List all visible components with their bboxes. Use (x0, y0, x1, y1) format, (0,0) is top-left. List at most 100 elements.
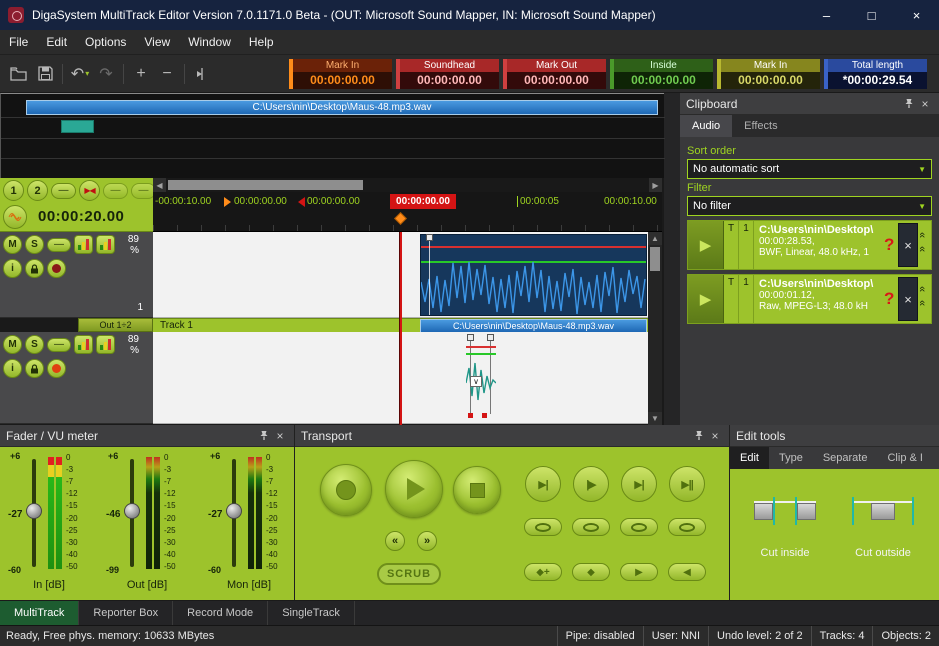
audio-region[interactable] (420, 234, 647, 316)
locator-2-button[interactable]: 2 (27, 180, 48, 201)
record-button[interactable] (320, 464, 372, 516)
move-up-handle[interactable]: « « (918, 221, 931, 269)
shuttle-forward-button[interactable]: » (417, 531, 437, 551)
add-marker-button[interactable]: ◆+ (524, 563, 562, 581)
overview-file-bar[interactable]: C:\Users\nin\Desktop\Maus-48.mp3.wav (26, 100, 658, 115)
fade-marker-line[interactable] (429, 235, 430, 315)
meter-button[interactable] (74, 335, 93, 354)
scroll-right-icon[interactable]: ▶ (649, 178, 662, 192)
scrub-button[interactable]: SCRUB (377, 563, 441, 585)
edit-point-marker[interactable] (482, 413, 487, 418)
loop-button[interactable] (620, 518, 658, 536)
menu-file[interactable]: File (0, 30, 37, 55)
fader-slider[interactable] (32, 459, 36, 567)
cut-inside-button[interactable]: Cut inside (742, 495, 828, 559)
scrollbar-thumb[interactable] (650, 247, 660, 271)
mark-in-marker-icon[interactable] (224, 197, 231, 207)
object-handle[interactable] (467, 334, 474, 341)
close-icon[interactable]: × (917, 97, 933, 111)
playhead-line[interactable] (399, 232, 402, 425)
horizontal-scrollbar[interactable]: ◀ ▶ (153, 178, 662, 192)
tab-record-mode[interactable]: Record Mode (173, 601, 268, 625)
fader-knob[interactable] (124, 503, 140, 519)
scrub-wave-button[interactable] (3, 205, 27, 229)
minimize-button[interactable]: – (804, 0, 849, 30)
loop-button[interactable] (668, 518, 706, 536)
clipboard-item[interactable]: ▶ T 1 C:\Users\nin\Desktop\ 00:00:28.53,… (687, 220, 932, 270)
menu-window[interactable]: Window (179, 30, 240, 55)
cut-outside-button[interactable]: Cut outside (840, 495, 926, 559)
tab-reporter-box[interactable]: Reporter Box (79, 601, 173, 625)
solo-button[interactable]: S (25, 335, 44, 354)
object-envelope-line[interactable] (466, 353, 496, 355)
timeline-ruler[interactable]: -00:00:10.00 00:00:00.00 00:00:00.00 00:… (153, 192, 662, 232)
play-over-mark-button[interactable]: ▶| (621, 466, 657, 502)
play-button[interactable] (385, 460, 443, 518)
mark-out-marker-icon[interactable] (298, 197, 305, 207)
stop-button[interactable] (453, 466, 501, 514)
locator-extra-button[interactable]: — (103, 183, 128, 199)
vertical-scrollbar[interactable]: ▲ ▼ (648, 232, 662, 425)
tab-separate[interactable]: Separate (813, 447, 878, 469)
zoom-out-button[interactable]: − (154, 61, 180, 87)
scroll-down-icon[interactable]: ▼ (648, 412, 662, 425)
scrollbar-track[interactable] (166, 178, 649, 192)
prev-marker-button[interactable]: ◀ (668, 563, 706, 581)
tab-type[interactable]: Type (769, 447, 813, 469)
open-folder-icon[interactable] (6, 61, 32, 87)
maximize-button[interactable]: □ (849, 0, 894, 30)
pin-icon[interactable] (256, 430, 272, 441)
loop-button[interactable] (572, 518, 610, 536)
lock-button[interactable] (25, 359, 44, 378)
record-arm-button[interactable] (47, 259, 66, 278)
goto-marks-button[interactable]: ▶◀ (79, 180, 100, 201)
marker-button[interactable]: ◆ (572, 563, 610, 581)
mute-button[interactable]: M (3, 335, 22, 354)
record-arm-button[interactable] (47, 359, 66, 378)
loop-button[interactable] (524, 518, 562, 536)
move-up-handle[interactable]: « « (918, 275, 931, 323)
meter-button[interactable] (74, 235, 93, 254)
meter-button[interactable] (96, 335, 115, 354)
object-handle[interactable] (487, 334, 494, 341)
menu-options[interactable]: Options (76, 30, 135, 55)
info-button[interactable]: i (3, 259, 22, 278)
locator-1-button[interactable]: 1 (3, 180, 24, 201)
menu-edit[interactable]: Edit (37, 30, 76, 55)
overview-clip-block[interactable] (61, 120, 94, 133)
sort-order-select[interactable]: No automatic sort ▼ (687, 159, 932, 179)
play-to-mark-button[interactable]: ▶| (525, 466, 561, 502)
filter-select[interactable]: No filter ▼ (687, 196, 932, 216)
fader-knob[interactable] (226, 503, 242, 519)
scroll-up-icon[interactable]: ▲ (648, 232, 662, 245)
edit-point-marker[interactable] (468, 413, 473, 418)
undo-button[interactable]: ↶▾ (67, 61, 93, 87)
close-icon[interactable]: × (707, 429, 723, 443)
pin-icon[interactable] (901, 98, 917, 109)
lock-button[interactable] (25, 259, 44, 278)
menu-view[interactable]: View (135, 30, 179, 55)
remove-item-button[interactable]: × (898, 223, 918, 267)
clipboard-item[interactable]: ▶ T 1 C:\Users\nin\Desktop\ 00:00:01.12,… (687, 274, 932, 324)
fader-slider[interactable] (130, 459, 134, 567)
meter-button[interactable] (96, 235, 115, 254)
tab-edit[interactable]: Edit (730, 447, 769, 469)
small-audio-object[interactable]: ∨ (462, 334, 504, 422)
tab-singletrack[interactable]: SingleTrack (268, 601, 355, 625)
locator-diamond-icon[interactable] (394, 212, 407, 225)
fader-slider[interactable] (232, 459, 236, 567)
play-button[interactable]: ▶ (688, 221, 724, 269)
pin-icon[interactable] (691, 430, 707, 441)
menu-help[interactable]: Help (240, 30, 283, 55)
play-button[interactable]: ▶ (688, 275, 724, 323)
solo-button[interactable]: S (25, 235, 44, 254)
region-file-label[interactable]: C:\Users\nin\Desktop\Maus-48.mp3.wav (420, 319, 647, 333)
output-routing-button[interactable]: Out 1÷2 (78, 318, 153, 332)
collapse-button[interactable]: — (47, 238, 71, 252)
fade-handle[interactable] (426, 234, 433, 241)
locator-minus-button[interactable]: — (51, 183, 76, 199)
mute-button[interactable]: M (3, 235, 22, 254)
close-icon[interactable]: × (272, 429, 288, 443)
tab-audio[interactable]: Audio (680, 115, 732, 137)
redo-button[interactable]: ↷ (93, 61, 119, 87)
